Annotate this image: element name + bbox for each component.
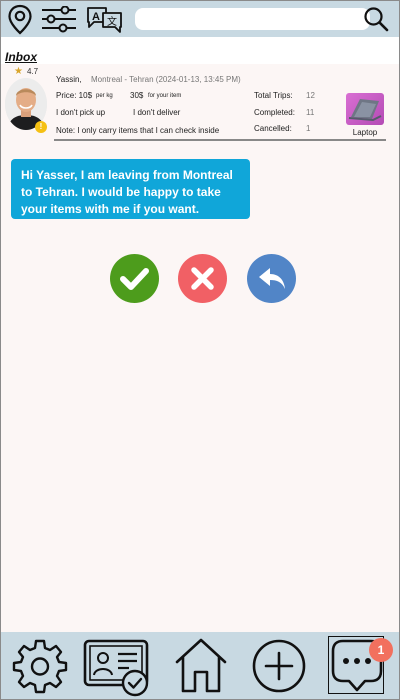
search-icon[interactable] <box>363 6 389 32</box>
stat-value-total: 12 <box>306 91 315 100</box>
rating-value: 4.7 <box>27 67 39 76</box>
star-icon: ★ <box>14 66 23 77</box>
stat-value-completed: 11 <box>306 108 315 117</box>
settings-gear-icon[interactable] <box>12 637 68 695</box>
chat-notification-badge: 1 <box>369 638 393 662</box>
checkmark-icon <box>120 268 149 290</box>
message-bubble: Hi Yasser, I am leaving from Montreal to… <box>11 159 250 219</box>
close-icon <box>191 267 214 290</box>
trip-route: Montreal - Tehran (2024-01-13, 13:45 PM) <box>91 75 241 84</box>
item-price-unit: for your item <box>148 93 182 99</box>
stat-value-cancelled: 1 <box>306 124 311 133</box>
carrier-note: Note: I only carry items that I can chec… <box>56 126 220 135</box>
stat-label-total: Total Trips: <box>254 91 293 100</box>
verified-badge: ! <box>35 121 47 133</box>
filter-sliders-icon[interactable] <box>41 6 77 33</box>
svg-text:文: 文 <box>107 15 117 28</box>
stat-label-cancelled: Cancelled: <box>254 124 292 133</box>
stat-label-completed: Completed: <box>254 108 295 117</box>
item-label: Laptop <box>352 128 378 137</box>
content-area <box>1 64 399 632</box>
reply-arrow-icon <box>259 268 285 289</box>
inbox-title: Inbox <box>5 50 37 64</box>
reject-button[interactable] <box>178 254 227 303</box>
location-pin-icon[interactable] <box>7 4 33 35</box>
reply-button[interactable] <box>247 254 296 303</box>
delivery-info: I don't deliver <box>133 108 181 117</box>
translate-icon[interactable]: A 文 <box>86 6 123 34</box>
search-input[interactable] <box>135 8 370 30</box>
pickup-info: I don't pick up <box>56 108 106 117</box>
traveler-name: Yassin, <box>56 75 82 84</box>
add-icon[interactable] <box>251 637 307 695</box>
item-price: 30$ <box>130 91 144 100</box>
price-per-kg: Price: 10$ <box>56 91 93 100</box>
svg-text:A: A <box>92 11 100 23</box>
home-icon[interactable] <box>173 636 229 694</box>
accept-button[interactable] <box>110 254 159 303</box>
price-unit: per kg <box>96 93 113 99</box>
card-divider <box>54 139 386 141</box>
profile-card-icon[interactable] <box>83 637 151 697</box>
laptop-image[interactable] <box>346 93 384 125</box>
